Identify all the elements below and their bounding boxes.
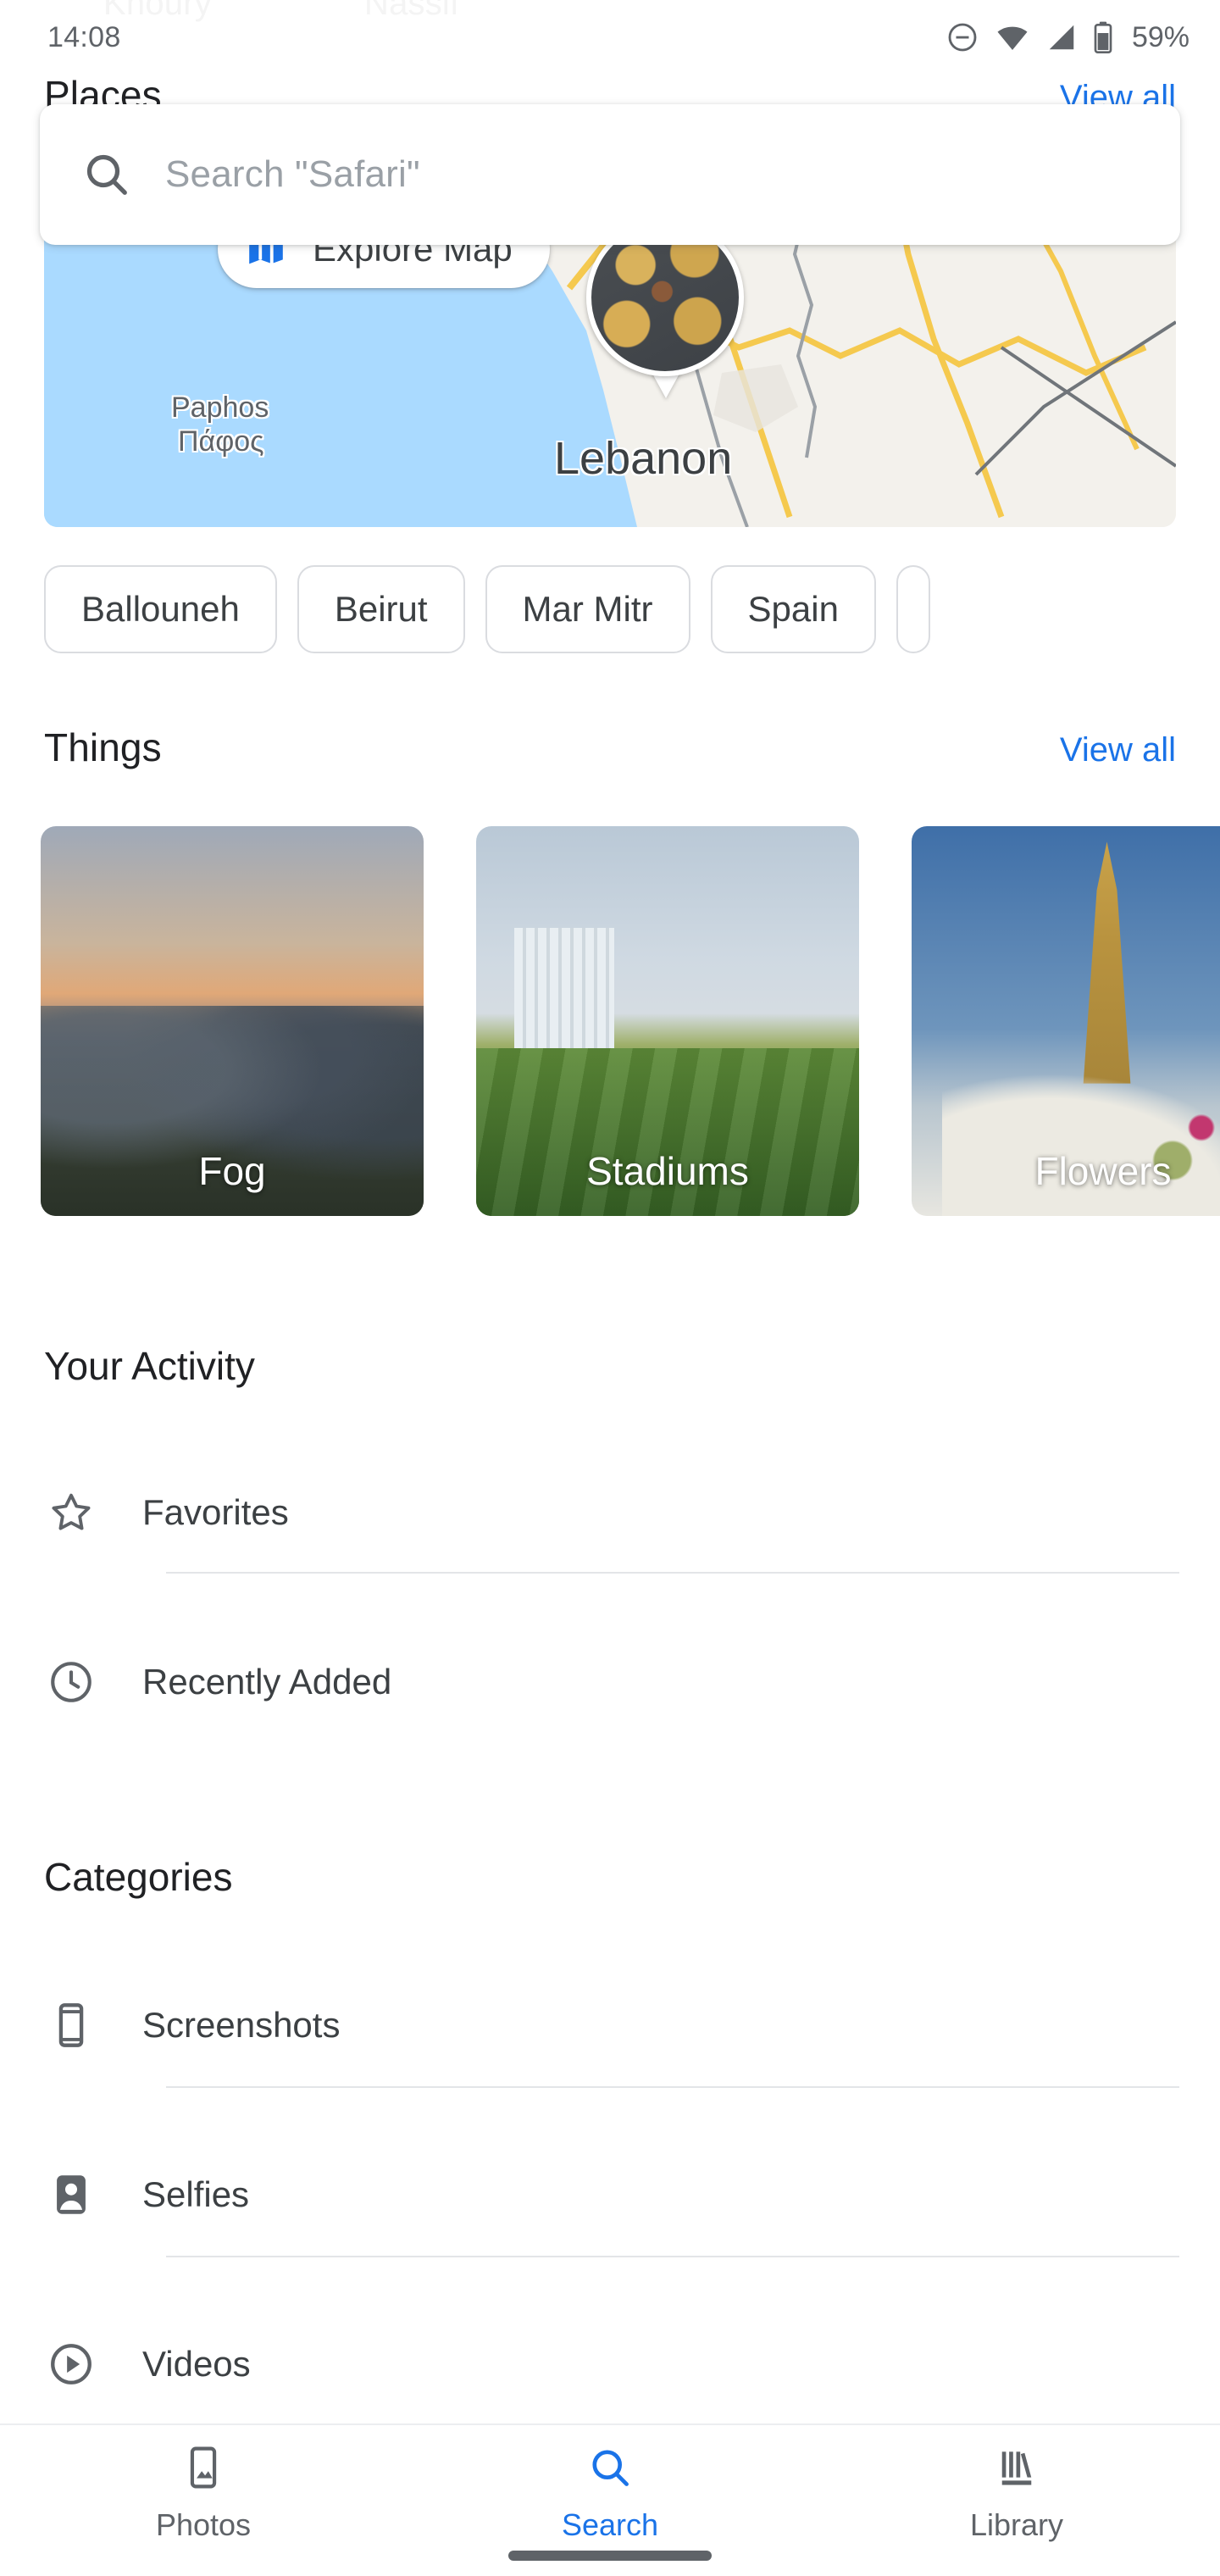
category-item-label: Videos xyxy=(142,2344,251,2384)
search-icon xyxy=(586,2444,634,2496)
things-section-header: Things View all xyxy=(0,724,1220,770)
thing-label: Fog xyxy=(41,1148,424,1194)
categories-title: Categories xyxy=(44,1854,232,1900)
status-bar: 14:08 59% xyxy=(0,0,1220,75)
nav-item-search[interactable]: Search xyxy=(483,2444,737,2543)
search-icon xyxy=(80,148,133,201)
status-icons-group: 59% xyxy=(946,20,1190,54)
your-activity-title: Your Activity xyxy=(44,1343,255,1389)
nav-item-label: Search xyxy=(562,2507,658,2543)
phone-icon xyxy=(44,1998,98,2052)
battery-percentage: 59% xyxy=(1132,21,1190,54)
category-item-videos[interactable]: Videos xyxy=(0,2313,1220,2415)
category-item-screenshots[interactable]: Screenshots xyxy=(0,1974,1220,2076)
thing-label: Flowers xyxy=(912,1148,1220,1194)
divider xyxy=(166,2256,1179,2257)
nav-item-label: Library xyxy=(970,2507,1063,2543)
do-not-disturb-icon xyxy=(946,20,979,54)
category-item-label: Screenshots xyxy=(142,2005,340,2046)
divider xyxy=(166,2086,1179,2088)
cellular-signal-icon xyxy=(1045,20,1078,54)
activity-item-recently-added[interactable]: Recently Added xyxy=(0,1631,1220,1733)
place-chips-row[interactable]: Ballouneh Beirut Mar Mitr Spain xyxy=(0,555,1220,663)
place-chip-beirut[interactable]: Beirut xyxy=(297,565,465,653)
activity-item-label: Recently Added xyxy=(142,1662,391,1702)
star-icon xyxy=(44,1485,98,1540)
thing-card-stadiums[interactable]: Stadiums xyxy=(476,826,859,1216)
map-label-lebanon: Lebanon xyxy=(554,432,732,485)
google-photos-search-screen: Khoury Nassif 14:08 59% Places View all xyxy=(0,0,1220,2576)
map-label-paphos: Paphos xyxy=(171,391,269,425)
category-item-label: Selfies xyxy=(142,2174,249,2215)
thing-card-flowers[interactable]: Flowers xyxy=(912,826,1220,1216)
map-label-paphos-greek: Πάφος xyxy=(178,425,264,458)
clock-icon xyxy=(44,1655,98,1709)
divider xyxy=(166,1572,1179,1574)
place-chip-mar-mitr[interactable]: Mar Mitr xyxy=(485,565,690,653)
photo-pin-marker[interactable] xyxy=(586,219,744,398)
bottom-navigation-bar[interactable]: Photos Search Library xyxy=(0,2423,1220,2576)
activity-item-label: Favorites xyxy=(142,1492,289,1533)
place-chip-spain[interactable]: Spain xyxy=(711,565,876,653)
things-view-all-link[interactable]: View all xyxy=(1060,731,1176,769)
library-icon xyxy=(993,2444,1040,2496)
wifi-icon xyxy=(995,20,1030,54)
photos-icon xyxy=(180,2444,227,2496)
person-badge-icon xyxy=(44,2168,98,2222)
thing-label: Stadiums xyxy=(476,1148,859,1194)
home-gesture-indicator[interactable] xyxy=(508,2551,712,2561)
search-bar[interactable]: Search "Safari" xyxy=(40,104,1180,245)
thing-card-fog[interactable]: Fog xyxy=(41,826,424,1216)
play-circle-icon xyxy=(44,2337,98,2391)
battery-icon xyxy=(1093,20,1113,54)
category-item-selfies[interactable]: Selfies xyxy=(0,2144,1220,2246)
nav-item-photos[interactable]: Photos xyxy=(76,2444,330,2543)
nav-item-label: Photos xyxy=(156,2507,251,2543)
status-time: 14:08 xyxy=(47,21,121,54)
activity-item-favorites[interactable]: Favorites xyxy=(0,1462,1220,1563)
search-input[interactable]: Search "Safari" xyxy=(165,153,420,196)
nav-item-library[interactable]: Library xyxy=(890,2444,1144,2543)
things-title: Things xyxy=(44,724,162,770)
place-chip-ballouneh[interactable]: Ballouneh xyxy=(44,565,277,653)
things-card-row[interactable]: Fog Stadiums Flowers xyxy=(0,826,1220,1224)
place-chip-next-partial[interactable] xyxy=(896,565,930,653)
